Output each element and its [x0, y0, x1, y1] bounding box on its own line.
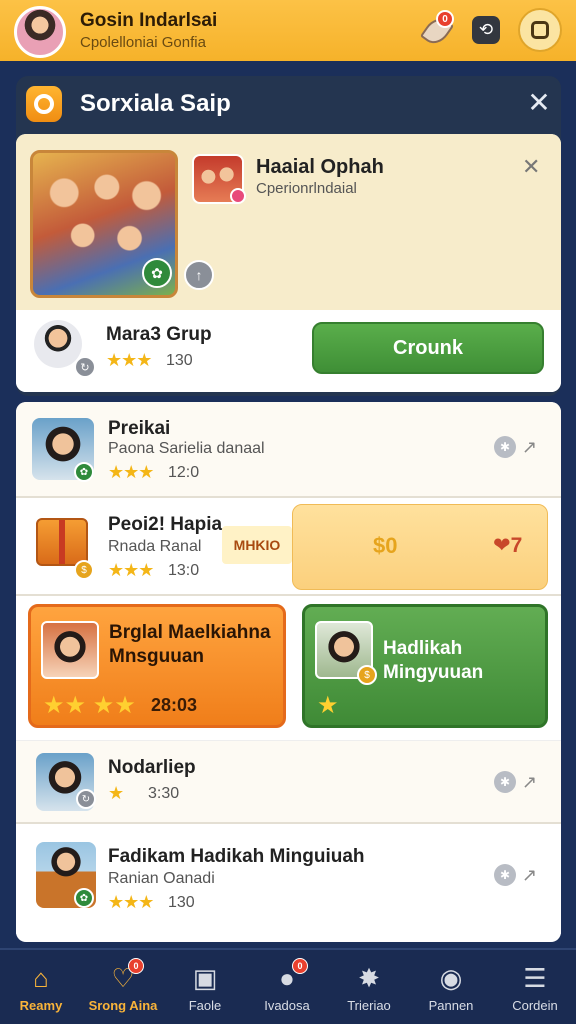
share-button[interactable]: ✱ ↗ [494, 864, 537, 886]
notification-badge: 0 [436, 10, 454, 28]
tile-title: Hadlikah Mingyuuan [383, 638, 484, 683]
app-title: Gosin Indarlsai [80, 10, 218, 31]
item-subtitle: Paona Sarielia danaal [108, 440, 265, 457]
nav-label: Reamy [19, 998, 63, 1013]
gift-icon [36, 518, 88, 566]
item-stars: ★ [108, 783, 124, 803]
group-name: Mara3 Grup [106, 324, 212, 345]
coin-icon: $ [74, 560, 94, 580]
runner-icon: ✱ [494, 771, 516, 793]
item-stars: ★★★ [108, 892, 154, 912]
list-item[interactable]: ✿ Preikai Paona Sarielia danaal ★★★ 12:0… [16, 402, 561, 498]
tile-stars: ★★ ★★ [43, 692, 136, 719]
tile-title: Brglal Maelkiahna Mnsguuan [109, 622, 271, 667]
nav-item-messages[interactable]: ● 0 Ivadosa [246, 950, 328, 1024]
heart-badge-icon [230, 188, 246, 204]
group-modal: Sorxiala Saip ✕ ✿ ↑ Haaial Ophah Cperion… [16, 76, 561, 396]
nav-item-menu[interactable]: ☰ Cordein [494, 950, 576, 1024]
coin-icon: $ [357, 665, 377, 685]
promo-tag: MHKIO [222, 526, 292, 564]
item-title: Fadikam Hadikah Minguiuah [108, 846, 365, 867]
top-bar: Gosin Indarlsai Cpolelloniai Gonfia 0 ⟲ [0, 0, 576, 64]
nav-label: Srong Aina [88, 998, 158, 1013]
featured-close-icon[interactable]: ✕ [522, 154, 540, 180]
tiles-row: Brglal Maelkiahna Mnsguuan ★★ ★★ 28:03 $… [16, 596, 561, 736]
status-icon: ↻ [74, 356, 96, 378]
list-item[interactable]: ↻ Nodarliep ★ 3:30 ✱ ↗ [16, 740, 561, 824]
disc-icon: ◉ [439, 962, 463, 993]
runner-icon: ✱ [494, 436, 516, 458]
arrow-icon: ↗ [522, 864, 538, 885]
promo-banner[interactable]: $0 ❤7 [292, 504, 548, 590]
create-group-button[interactable]: Crounk [312, 322, 544, 374]
nav-item-games[interactable]: ✸ Trieriao [328, 950, 410, 1024]
featured-card[interactable]: ✿ ↑ Haaial Ophah Cperionrlndaial ✕ [16, 134, 561, 310]
notification-badge: 0 [292, 958, 308, 974]
nav-item-profile[interactable]: ▣ Faole [164, 950, 246, 1024]
plant-icon: ✿ [74, 888, 94, 908]
pin-icon[interactable]: ↑ [184, 260, 214, 290]
featured-title: Haaial Ophah [256, 156, 384, 178]
plant-icon: ✿ [142, 258, 172, 288]
group-row: ↻ Mara3 Grup ★★★ 130 Crounk [16, 310, 561, 392]
list-item[interactable]: ✿ Fadikam Hadikah Minguiuah Ranian Oanad… [16, 832, 561, 934]
modal-close-button[interactable]: ✕ [524, 88, 554, 118]
nav-item-home[interactable]: ⌂ Reamy [0, 950, 82, 1024]
group-rating: 130 [166, 352, 193, 369]
group-list: ✿ Preikai Paona Sarielia danaal ★★★ 12:0… [16, 402, 561, 942]
item-title: Preikai [108, 418, 171, 439]
profile-avatar[interactable] [14, 6, 66, 58]
nav-label: Ivadosa [264, 998, 310, 1013]
modal-body: ✿ ↑ Haaial Ophah Cperionrlndaial ✕ ↻ Mar… [16, 134, 561, 392]
coin-amount: $0 [373, 533, 398, 558]
notification-badge: 0 [128, 958, 144, 974]
nav-label: Faole [188, 998, 222, 1013]
item-rating: 12:0 [168, 464, 200, 481]
app-subtitle: Cpolelloniai Gonfia [80, 34, 206, 51]
app-logo-icon [26, 86, 62, 122]
nav-item-media[interactable]: ◉ Pannen [410, 950, 492, 1024]
arrow-icon: ↗ [522, 771, 538, 792]
share-button[interactable]: ✱ ↗ [494, 771, 537, 793]
item-subtitle: Ranian Oanadi [108, 870, 215, 887]
nav-item-favorites[interactable]: ♡ 0 Srong Aina [82, 950, 164, 1024]
item-stars: ★★★ [108, 560, 154, 580]
tv-icon: ▣ [192, 962, 218, 993]
nav-label: Cordein [512, 998, 558, 1013]
item-stars: ★★★ [108, 462, 154, 482]
group-stars: ★★★ [106, 350, 152, 370]
runner-icon: ✱ [494, 864, 516, 886]
plant-icon: ✿ [74, 462, 94, 482]
nav-label: Pannen [428, 998, 474, 1013]
featured-tile[interactable]: Brglal Maelkiahna Mnsguuan ★★ ★★ 28:03 [28, 604, 286, 728]
feather-button[interactable]: 0 [419, 10, 455, 49]
item-rating: 130 [168, 894, 195, 911]
list-item[interactable]: $ Peoi2! Hapia Rnada Ranal ★★★ 13:0 MHKI… [16, 498, 561, 596]
bottom-nav: ⌂ Reamy ♡ 0 Srong Aina ▣ Faole ● 0 Ivado… [0, 948, 576, 1024]
home-icon: ⌂ [33, 962, 49, 993]
item-rating: 13:0 [168, 562, 200, 579]
featured-subtitle: Cperionrlndaial [256, 180, 357, 197]
tile-photo [41, 621, 99, 679]
sync-icon[interactable]: ⟲ [472, 16, 500, 44]
chat-button[interactable] [518, 8, 562, 52]
item-subtitle: Rnada Ranal [108, 538, 202, 555]
puzzle-icon: ✸ [358, 962, 380, 993]
menu-icon: ☰ [523, 962, 547, 993]
modal-title: Sorxiala Saip [80, 90, 231, 117]
heart-amount: ❤7 [493, 534, 523, 557]
modal-header: Sorxiala Saip ✕ [16, 76, 561, 132]
item-title: Nodarliep [108, 757, 196, 778]
tile-number: 28:03 [151, 695, 198, 715]
tile-stars: ★ [317, 692, 339, 719]
arrow-icon: ↗ [522, 436, 538, 457]
chat-bubble-icon [531, 21, 549, 39]
nav-label: Trieriao [347, 998, 391, 1013]
status-icon: ↻ [76, 789, 96, 809]
share-button[interactable]: ✱ ↗ [494, 436, 537, 458]
featured-tile[interactable]: $ Hadlikah Mingyuuan ★ [302, 604, 548, 728]
item-rating: 3:30 [148, 785, 180, 802]
item-title: Peoi2! Hapia [108, 514, 223, 535]
